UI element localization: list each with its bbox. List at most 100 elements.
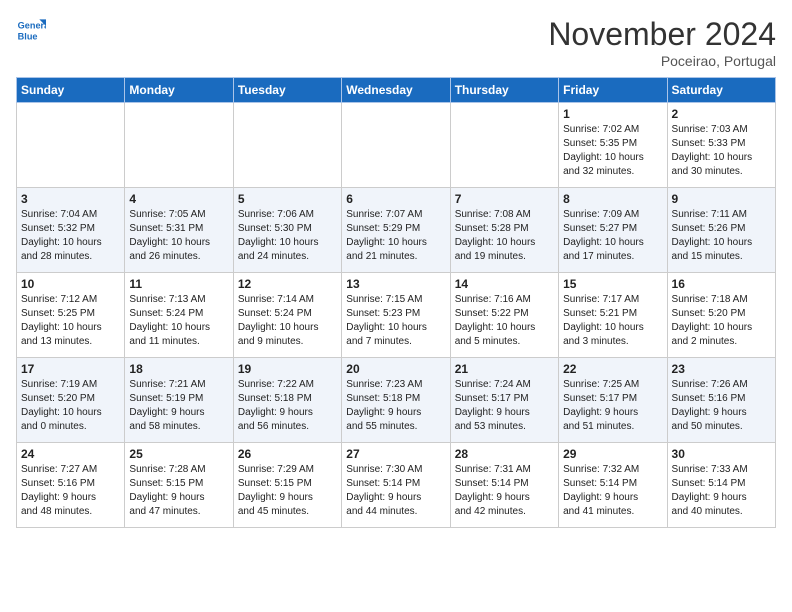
calendar-cell: 14Sunrise: 7:16 AM Sunset: 5:22 PM Dayli…: [450, 273, 558, 358]
day-info: Sunrise: 7:19 AM Sunset: 5:20 PM Dayligh…: [21, 378, 120, 434]
calendar-cell: [342, 103, 450, 188]
day-number: 8: [563, 192, 662, 206]
day-info: Sunrise: 7:26 AM Sunset: 5:16 PM Dayligh…: [672, 378, 771, 434]
day-info: Sunrise: 7:28 AM Sunset: 5:15 PM Dayligh…: [129, 463, 228, 519]
calendar-cell: [17, 103, 125, 188]
day-number: 13: [346, 277, 445, 291]
day-header-wednesday: Wednesday: [342, 78, 450, 103]
day-number: 28: [455, 447, 554, 461]
calendar-cell: 26 Sunrise: 7:29 AM Sunset: 5:15 PM Dayli…: [233, 443, 341, 528]
day-info: Sunrise: 7:13 AM Sunset: 5:24 PM Dayligh…: [129, 293, 228, 349]
day-info: Sunrise: 7:27 AM Sunset: 5:16 PM Dayligh…: [21, 463, 120, 519]
day-number: 19: [238, 362, 337, 376]
day-number: 29: [563, 447, 662, 461]
calendar-cell: 5Sunrise: 7:06 AM Sunset: 5:30 PM Daylig…: [233, 188, 341, 273]
day-number: 23: [672, 362, 771, 376]
day-number: 9: [672, 192, 771, 206]
day-number: 5: [238, 192, 337, 206]
logo-icon: General Blue: [16, 16, 46, 46]
svg-text:General: General: [18, 21, 46, 31]
calendar-week-2: 3Sunrise: 7:04 AM Sunset: 5:32 PM Daylig…: [17, 188, 776, 273]
month-title: November 2024: [548, 16, 776, 53]
calendar-cell: 27 Sunrise: 7:30 AM Sunset: 5:14 PM Dayli…: [342, 443, 450, 528]
day-info: Sunrise: 7:29 AM Sunset: 5:15 PM Dayligh…: [238, 463, 337, 519]
calendar-cell: 15 Sunrise: 7:17 AM Sunset: 5:21 PM Dayli…: [559, 273, 667, 358]
day-header-thursday: Thursday: [450, 78, 558, 103]
day-number: 17: [21, 362, 120, 376]
day-info: Sunrise: 7:04 AM Sunset: 5:32 PM Dayligh…: [21, 208, 120, 264]
calendar-week-3: 10Sunrise: 7:12 AM Sunset: 5:25 PM Dayli…: [17, 273, 776, 358]
calendar-cell: 7Sunrise: 7:08 AM Sunset: 5:28 PM Daylig…: [450, 188, 558, 273]
calendar-cell: [450, 103, 558, 188]
calendar-cell: 3Sunrise: 7:04 AM Sunset: 5:32 PM Daylig…: [17, 188, 125, 273]
logo: General Blue: [16, 16, 46, 46]
day-number: 18: [129, 362, 228, 376]
day-number: 1: [563, 107, 662, 121]
day-info: Sunrise: 7:24 AM Sunset: 5:17 PM Dayligh…: [455, 378, 554, 434]
calendar-cell: 22 Sunrise: 7:25 AM Sunset: 5:17 PM Dayli…: [559, 358, 667, 443]
day-info: Sunrise: 7:30 AM Sunset: 5:14 PM Dayligh…: [346, 463, 445, 519]
calendar-cell: 29 Sunrise: 7:32 AM Sunset: 5:14 PM Dayli…: [559, 443, 667, 528]
title-block: November 2024 Poceirao, Portugal: [548, 16, 776, 69]
day-number: 22: [563, 362, 662, 376]
calendar-cell: 16 Sunrise: 7:18 AM Sunset: 5:20 PM Dayli…: [667, 273, 775, 358]
day-info: Sunrise: 7:17 AM Sunset: 5:21 PM Dayligh…: [563, 293, 662, 349]
calendar-header-row: SundayMondayTuesdayWednesdayThursdayFrid…: [17, 78, 776, 103]
day-header-monday: Monday: [125, 78, 233, 103]
day-number: 16: [672, 277, 771, 291]
day-header-sunday: Sunday: [17, 78, 125, 103]
calendar-cell: 8 Sunrise: 7:09 AM Sunset: 5:27 PM Daylig…: [559, 188, 667, 273]
day-number: 20: [346, 362, 445, 376]
calendar-cell: 18 Sunrise: 7:21 AM Sunset: 5:19 PM Dayli…: [125, 358, 233, 443]
day-number: 15: [563, 277, 662, 291]
day-number: 21: [455, 362, 554, 376]
calendar-cell: 6Sunrise: 7:07 AM Sunset: 5:29 PM Daylig…: [342, 188, 450, 273]
day-number: 2: [672, 107, 771, 121]
day-info: Sunrise: 7:09 AM Sunset: 5:27 PM Dayligh…: [563, 208, 662, 264]
day-info: Sunrise: 7:15 AM Sunset: 5:23 PM Dayligh…: [346, 293, 445, 349]
day-number: 27: [346, 447, 445, 461]
day-info: Sunrise: 7:18 AM Sunset: 5:20 PM Dayligh…: [672, 293, 771, 349]
day-info: Sunrise: 7:31 AM Sunset: 5:14 PM Dayligh…: [455, 463, 554, 519]
svg-text:Blue: Blue: [18, 31, 38, 41]
calendar-cell: 4Sunrise: 7:05 AM Sunset: 5:31 PM Daylig…: [125, 188, 233, 273]
day-info: Sunrise: 7:32 AM Sunset: 5:14 PM Dayligh…: [563, 463, 662, 519]
day-number: 12: [238, 277, 337, 291]
calendar-week-4: 17 Sunrise: 7:19 AM Sunset: 5:20 PM Dayli…: [17, 358, 776, 443]
calendar-cell: 17 Sunrise: 7:19 AM Sunset: 5:20 PM Dayli…: [17, 358, 125, 443]
calendar-body: 1 Sunrise: 7:02 AM Sunset: 5:35 PM Daylig…: [17, 103, 776, 528]
day-info: Sunrise: 7:12 AM Sunset: 5:25 PM Dayligh…: [21, 293, 120, 349]
day-info: Sunrise: 7:23 AM Sunset: 5:18 PM Dayligh…: [346, 378, 445, 434]
day-number: 4: [129, 192, 228, 206]
day-info: Sunrise: 7:14 AM Sunset: 5:24 PM Dayligh…: [238, 293, 337, 349]
location-subtitle: Poceirao, Portugal: [548, 53, 776, 69]
calendar-cell: 23 Sunrise: 7:26 AM Sunset: 5:16 PM Dayli…: [667, 358, 775, 443]
calendar-cell: 10Sunrise: 7:12 AM Sunset: 5:25 PM Dayli…: [17, 273, 125, 358]
calendar-cell: [233, 103, 341, 188]
day-info: Sunrise: 7:21 AM Sunset: 5:19 PM Dayligh…: [129, 378, 228, 434]
calendar-cell: 11 Sunrise: 7:13 AM Sunset: 5:24 PM Dayli…: [125, 273, 233, 358]
calendar-cell: 21 Sunrise: 7:24 AM Sunset: 5:17 PM Dayli…: [450, 358, 558, 443]
calendar-cell: 30Sunrise: 7:33 AM Sunset: 5:14 PM Dayli…: [667, 443, 775, 528]
day-header-tuesday: Tuesday: [233, 78, 341, 103]
day-info: Sunrise: 7:16 AM Sunset: 5:22 PM Dayligh…: [455, 293, 554, 349]
calendar-cell: 19Sunrise: 7:22 AM Sunset: 5:18 PM Dayli…: [233, 358, 341, 443]
day-number: 30: [672, 447, 771, 461]
calendar-cell: 25 Sunrise: 7:28 AM Sunset: 5:15 PM Dayli…: [125, 443, 233, 528]
day-header-friday: Friday: [559, 78, 667, 103]
day-info: Sunrise: 7:07 AM Sunset: 5:29 PM Dayligh…: [346, 208, 445, 264]
calendar-week-5: 24 Sunrise: 7:27 AM Sunset: 5:16 PM Dayli…: [17, 443, 776, 528]
calendar-cell: 2Sunrise: 7:03 AM Sunset: 5:33 PM Daylig…: [667, 103, 775, 188]
calendar-cell: [125, 103, 233, 188]
calendar-cell: 9 Sunrise: 7:11 AM Sunset: 5:26 PM Daylig…: [667, 188, 775, 273]
day-number: 25: [129, 447, 228, 461]
day-info: Sunrise: 7:11 AM Sunset: 5:26 PM Dayligh…: [672, 208, 771, 264]
calendar-cell: 28 Sunrise: 7:31 AM Sunset: 5:14 PM Dayli…: [450, 443, 558, 528]
calendar-cell: 24 Sunrise: 7:27 AM Sunset: 5:16 PM Dayli…: [17, 443, 125, 528]
day-info: Sunrise: 7:02 AM Sunset: 5:35 PM Dayligh…: [563, 123, 662, 179]
day-number: 11: [129, 277, 228, 291]
day-number: 24: [21, 447, 120, 461]
day-info: Sunrise: 7:25 AM Sunset: 5:17 PM Dayligh…: [563, 378, 662, 434]
day-number: 7: [455, 192, 554, 206]
day-number: 26: [238, 447, 337, 461]
